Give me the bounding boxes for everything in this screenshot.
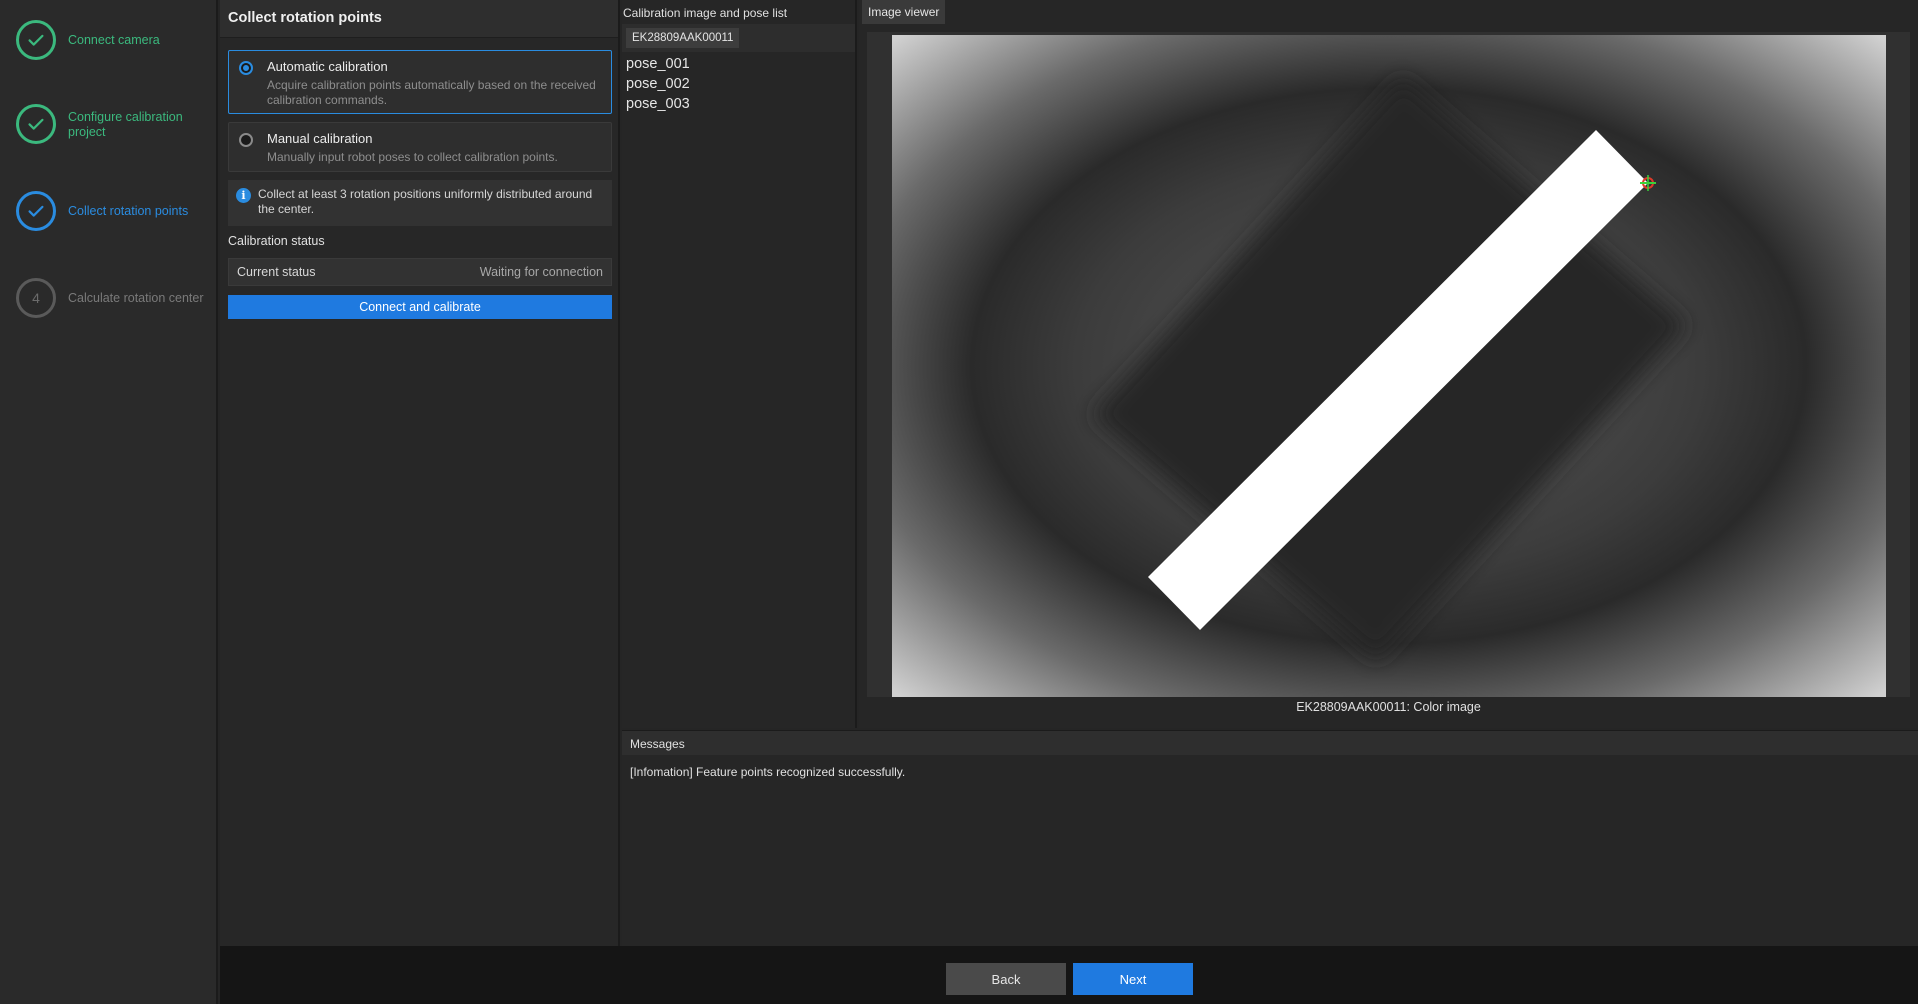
pose-item[interactable]: pose_001 — [622, 54, 855, 74]
pose-item[interactable]: pose_002 — [622, 74, 855, 94]
info-text: Collect at least 3 rotation positions un… — [258, 187, 593, 216]
wizard-stepper: Connect camera Configure calibration pro… — [0, 0, 218, 1004]
next-button[interactable]: Next — [1073, 963, 1193, 995]
step-label: Collect rotation points — [68, 204, 189, 218]
step-configure-project[interactable]: Configure calibration project — [16, 104, 208, 144]
settings-panel: Collect rotation points Automatic calibr… — [220, 0, 620, 946]
calibration-status-title: Calibration status — [228, 234, 325, 248]
status-row: Current status Waiting for connection — [228, 258, 612, 286]
option-title: Manual calibration — [267, 131, 373, 146]
info-note: i Collect at least 3 rotation positions … — [228, 180, 612, 226]
step-calculate-rotation-center[interactable]: 4 Calculate rotation center — [16, 278, 208, 318]
pose-list-panel: Calibration image and pose list EK28809A… — [622, 0, 857, 728]
option-title: Automatic calibration — [267, 59, 388, 74]
messages-panel: Messages [Infomation] Feature points rec… — [622, 730, 1918, 946]
image-canvas[interactable] — [867, 32, 1910, 697]
panel-title: Collect rotation points — [220, 0, 618, 38]
tab-image-viewer[interactable]: Image viewer — [862, 0, 946, 24]
pose-list-header: EK28809AAK00011 — [622, 24, 855, 52]
step-connect-camera[interactable]: Connect camera — [16, 20, 208, 60]
connect-and-calibrate-button[interactable]: Connect and calibrate — [228, 295, 612, 319]
image-caption: EK28809AAK00011: Color image — [1296, 700, 1481, 714]
calibration-image — [892, 35, 1886, 697]
pose-item[interactable]: pose_003 — [622, 94, 855, 114]
automatic-calibration-option[interactable]: Automatic calibration Acquire calibratio… — [228, 50, 612, 114]
info-icon: i — [236, 188, 251, 203]
check-icon — [16, 191, 56, 231]
option-description: Acquire calibration points automatically… — [267, 78, 596, 107]
step-collect-rotation-points[interactable]: Collect rotation points — [16, 191, 208, 231]
radio-button[interactable] — [239, 61, 253, 75]
messages-title: Messages — [622, 731, 1918, 755]
step-label: Calculate rotation center — [68, 291, 204, 305]
image-viewer-panel: Image viewer EK28809AAK00011: Color imag… — [859, 0, 1918, 728]
device-tab[interactable]: EK28809AAK00011 — [626, 28, 740, 48]
back-button[interactable]: Back — [946, 963, 1066, 995]
status-value: Waiting for connection — [479, 265, 603, 279]
step-label: Connect camera — [68, 33, 160, 47]
step-number: 4 — [16, 278, 56, 318]
check-icon — [16, 20, 56, 60]
step-label: Configure calibration project — [68, 110, 183, 139]
footer-bar: Back Next — [220, 946, 1918, 1004]
radio-button[interactable] — [239, 133, 253, 147]
check-icon — [16, 104, 56, 144]
manual-calibration-option[interactable]: Manual calibration Manually input robot … — [228, 122, 612, 172]
message-line: [Infomation] Feature points recognized s… — [630, 765, 906, 779]
status-label: Current status — [237, 265, 316, 279]
pose-list-title: Calibration image and pose list — [623, 6, 788, 20]
option-description: Manually input robot poses to collect ca… — [267, 150, 558, 164]
